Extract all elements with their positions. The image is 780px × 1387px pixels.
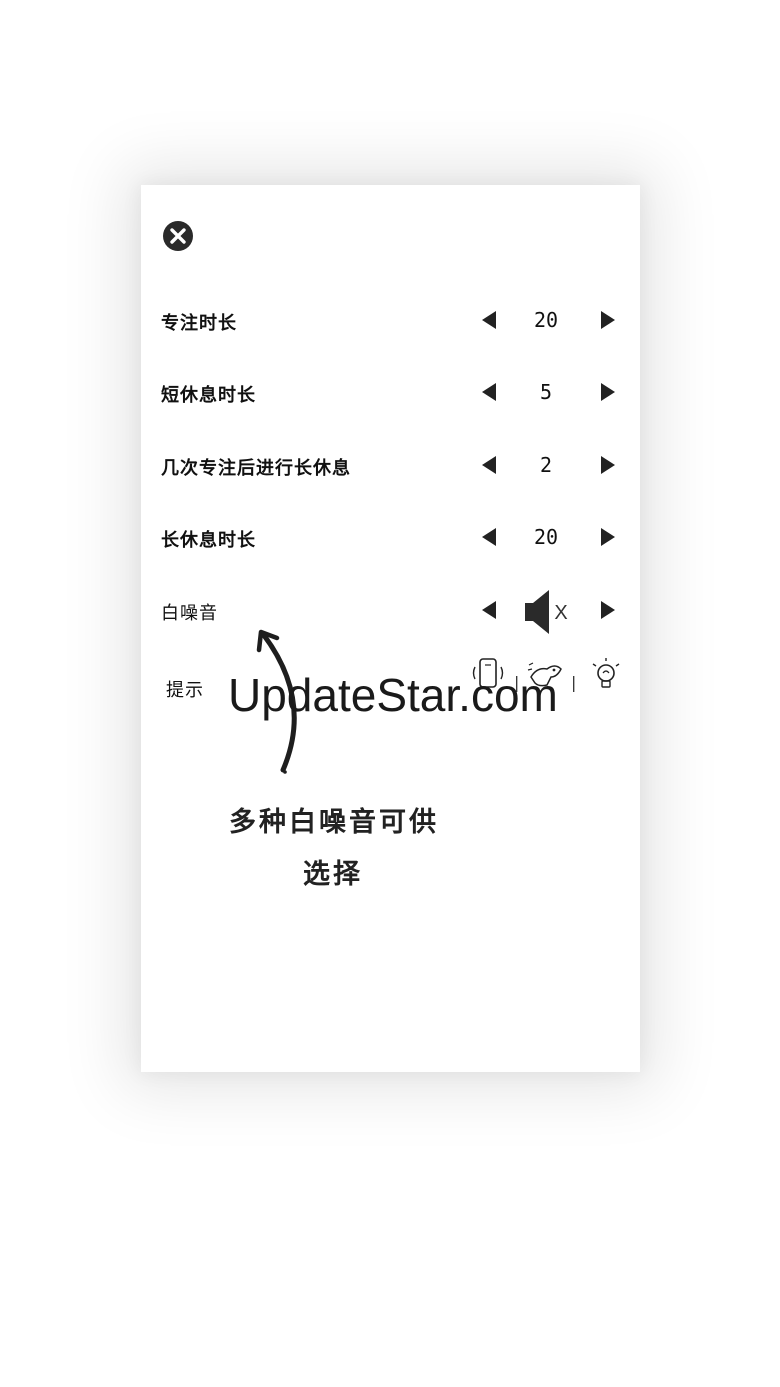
close-button[interactable] [163, 221, 193, 251]
screen: 专注时长 20 短休息时长 5 几次专注后进行长休息 2 长休息时长 20 白噪… [0, 0, 780, 1387]
increase-arrow-icon[interactable] [597, 526, 619, 548]
sessions-before-long-break-value: 2 [539, 453, 553, 477]
short-break-value: 5 [539, 380, 553, 404]
increase-arrow-icon[interactable] [597, 309, 619, 331]
setting-row-short-break: 短休息时长 5 [161, 372, 621, 412]
annotation-line-2: 选择 [303, 859, 363, 890]
sessions-before-long-break-label: 几次专注后进行长休息 [161, 458, 351, 479]
setting-row-sessions-before-long-break: 几次专注后进行长休息 2 [161, 445, 621, 485]
short-break-label: 短休息时长 [161, 385, 256, 406]
setting-row-focus-duration: 专注时长 20 [161, 300, 621, 340]
separator: | [571, 673, 577, 692]
decrease-arrow-icon[interactable] [478, 381, 500, 403]
focus-duration-label: 专注时长 [161, 313, 237, 334]
increase-arrow-icon[interactable] [597, 599, 619, 621]
reminder-label: 提示 [166, 680, 204, 701]
speaker-muted-icon[interactable]: X [523, 588, 571, 636]
long-break-label: 长休息时长 [161, 530, 256, 551]
setting-row-white-noise: 白噪音 X [161, 590, 621, 634]
settings-panel: 专注时长 20 短休息时长 5 几次专注后进行长休息 2 长休息时长 20 白噪… [141, 185, 640, 1072]
increase-arrow-icon[interactable] [597, 381, 619, 403]
setting-row-long-break: 长休息时长 20 [161, 517, 621, 557]
white-noise-label: 白噪音 [161, 603, 218, 624]
long-break-value: 20 [533, 525, 559, 549]
focus-duration-value: 20 [533, 308, 559, 332]
watermark: UpdateStar.com [228, 669, 558, 721]
annotation-line-1: 多种白噪音可供 [229, 807, 439, 838]
close-icon [170, 228, 186, 244]
decrease-arrow-icon[interactable] [478, 454, 500, 476]
decrease-arrow-icon[interactable] [478, 599, 500, 621]
white-noise-value: X [554, 602, 567, 624]
decrease-arrow-icon[interactable] [478, 526, 500, 548]
decrease-arrow-icon[interactable] [478, 309, 500, 331]
increase-arrow-icon[interactable] [597, 454, 619, 476]
lightbulb-icon[interactable] [587, 655, 625, 695]
